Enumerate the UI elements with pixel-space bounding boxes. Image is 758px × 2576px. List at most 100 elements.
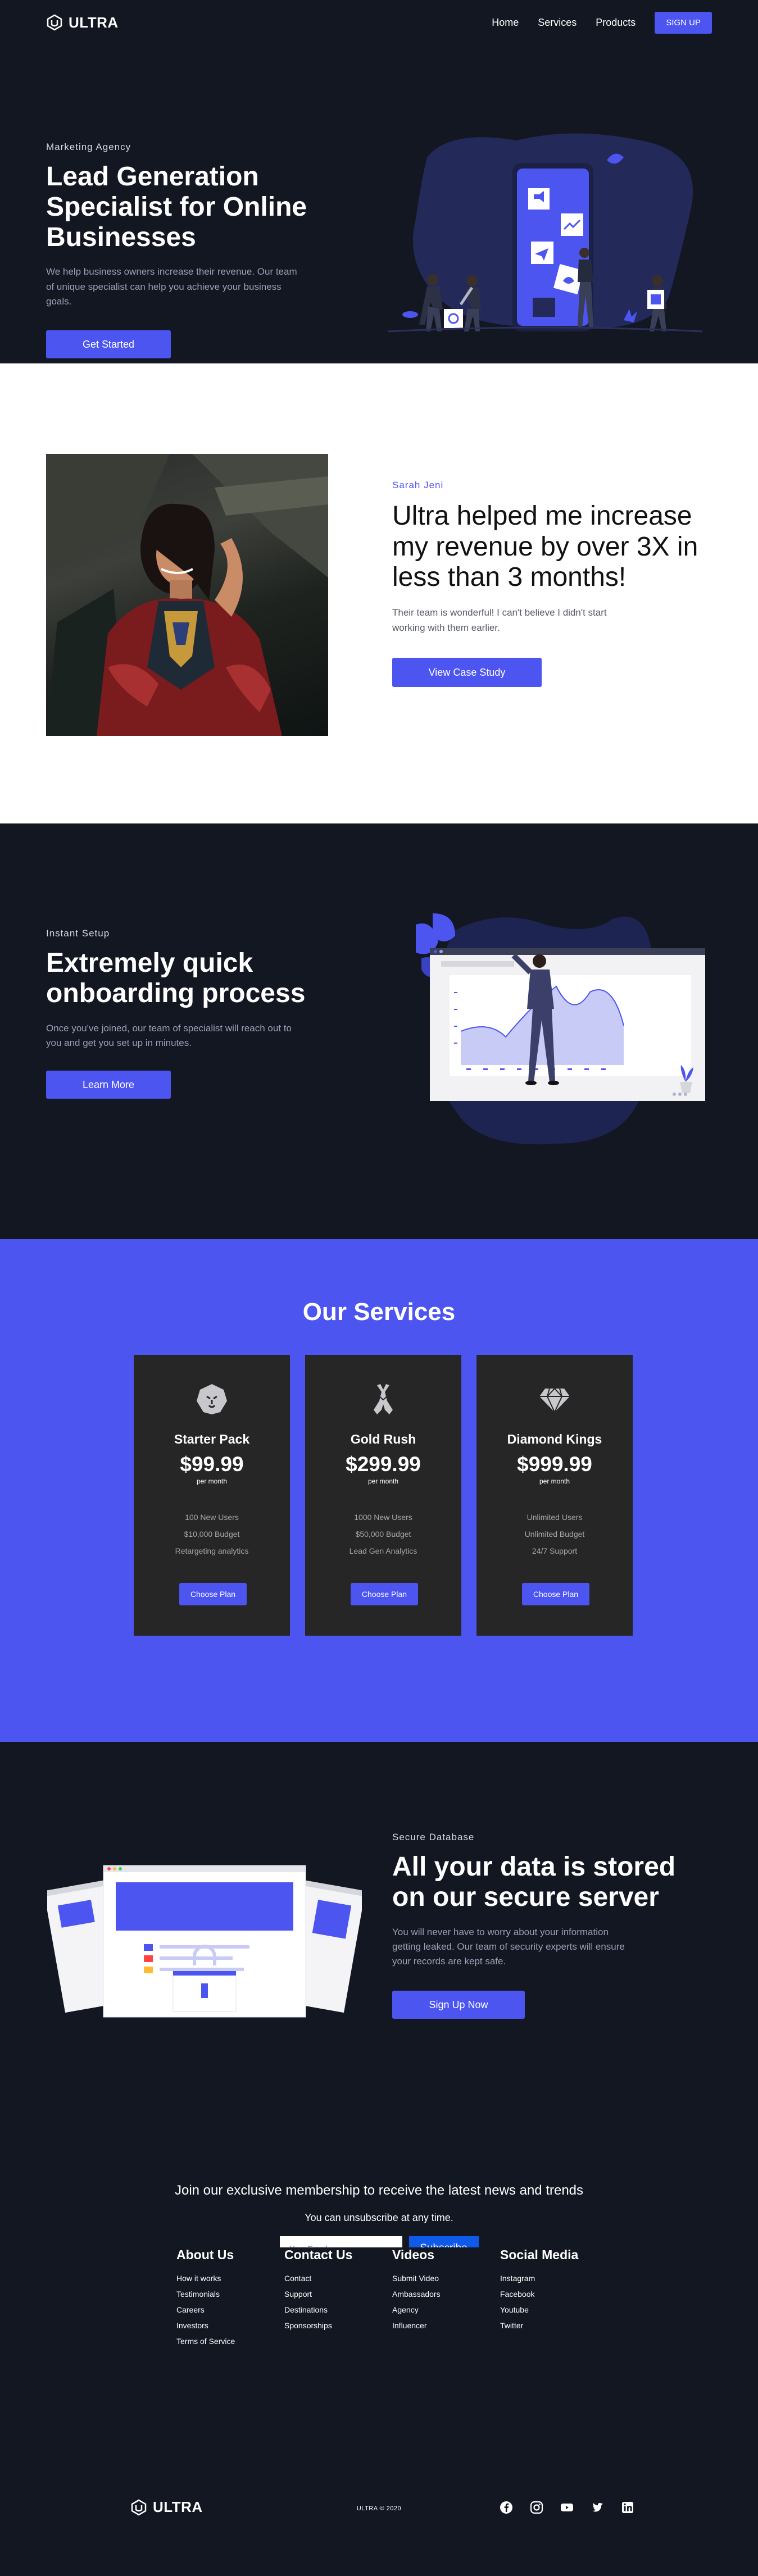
testimonial-quote: Ultra helped me increase my revenue by o… [392, 501, 698, 593]
footer-link[interactable]: How it works [176, 2270, 235, 2286]
plan-features: Unlimited Users Unlimited Budget 24/7 Su… [476, 1509, 633, 1559]
footer-link[interactable]: Ambassadors [392, 2286, 441, 2302]
nav-link-home[interactable]: Home [492, 17, 519, 29]
plan-feature: 1000 New Users [354, 1513, 412, 1522]
youtube-icon[interactable] [560, 2501, 574, 2514]
learn-more-button[interactable]: Learn More [46, 1071, 171, 1099]
footer-column-title: About Us [176, 2247, 234, 2262]
hero-eyebrow: Marketing Agency [46, 142, 131, 152]
footer-column-videos: Videos Submit Video Ambassadors Agency I… [392, 2247, 441, 2333]
marketing-illustration [388, 133, 703, 333]
sign-up-now-button[interactable]: Sign Up Now [392, 1990, 525, 2019]
brand-logo[interactable]: ULTRA [46, 14, 119, 31]
footer-link[interactable]: Contact [284, 2270, 352, 2286]
footer-column-title: Videos [392, 2247, 434, 2262]
logo-icon [47, 14, 62, 31]
plan-period: per month [539, 1477, 570, 1485]
hero-description: We help business owners increase their r… [46, 266, 297, 307]
services-title: Our Services [302, 1298, 456, 1326]
plan-feature: $10,000 Budget [184, 1530, 240, 1539]
footer-link[interactable]: Careers [176, 2302, 235, 2318]
testimonial-section: Sarah Jeni Ultra helped me increase my r… [0, 363, 758, 823]
footer-link[interactable]: Destinations [284, 2302, 352, 2318]
signup-button[interactable]: SIGN UP [655, 11, 712, 34]
linkedin-icon[interactable] [621, 2501, 634, 2514]
get-started-button[interactable]: Get Started [46, 330, 171, 359]
hero-title: Lead Generation Specialist for Online Bu… [46, 162, 307, 252]
secure-content: Secure Database All your data is stored … [392, 1832, 707, 2019]
plan-feature: 24/7 Support [532, 1546, 578, 1555]
footer-link[interactable]: Submit Video [392, 2270, 441, 2286]
pricing-card-diamond: Diamond Kings $999.99 per month Unlimite… [476, 1355, 633, 1636]
brand-name: ULTRA [69, 13, 119, 31]
footer-link[interactable]: Support [284, 2286, 352, 2302]
navbar: ULTRA Home Services Products SIGN UP [0, 0, 758, 45]
footer-link[interactable]: Facebook [500, 2286, 578, 2302]
plan-price: $999.99 [517, 1453, 592, 1476]
footer-link[interactable]: Instagram [500, 2270, 578, 2286]
onboarding-section: Instant Setup Extremely quick onboarding… [0, 823, 758, 1239]
twitter-icon[interactable] [591, 2501, 604, 2514]
footer-link[interactable]: Youtube [500, 2302, 578, 2318]
onboarding-eyebrow: Instant Setup [46, 928, 110, 939]
choose-plan-button[interactable]: Choose Plan [351, 1583, 418, 1605]
nav-link-services[interactable]: Services [538, 17, 577, 29]
footer-link[interactable]: Influencer [392, 2318, 441, 2333]
dashboard-illustration [416, 913, 705, 1145]
onboarding-content: Instant Setup Extremely quick onboarding… [46, 928, 350, 1099]
services-section: Our Services Starter Pack $99.99 per mon… [0, 1239, 758, 1742]
hero-content: Marketing Agency Lead Generation Special… [46, 142, 361, 359]
diamond-icon [539, 1387, 570, 1414]
testimonial-content: Sarah Jeni Ultra helped me increase my r… [392, 480, 707, 687]
plan-price: $99.99 [180, 1453, 244, 1476]
footer-column-about: About Us How it works Testimonials Caree… [176, 2247, 235, 2349]
plan-name: Starter Pack [174, 1432, 250, 1446]
footer-column-title: Social Media [500, 2247, 579, 2262]
plan-name: Diamond Kings [507, 1432, 602, 1446]
woman-portrait-image [46, 454, 328, 736]
secure-title: All your data is stored on our secure se… [392, 1852, 676, 1912]
footer-link[interactable]: Agency [392, 2302, 441, 2318]
choose-plan-button[interactable]: Choose Plan [522, 1583, 589, 1605]
secure-description: You will never have to worry about your … [392, 1926, 625, 1967]
plan-period: per month [196, 1477, 228, 1485]
knight-icon [374, 1384, 393, 1414]
plan-features: 1000 New Users $50,000 Budget Lead Gen A… [305, 1509, 461, 1559]
footer-links: About Us How it works Testimonials Caree… [0, 2247, 758, 2466]
testimonial-description: Their team is wonderful! I can't believe… [392, 607, 607, 633]
newsletter-title: Join our exclusive membership to receive… [174, 2183, 584, 2198]
testimonial-photo [46, 454, 328, 736]
choose-plan-button[interactable]: Choose Plan [179, 1583, 247, 1605]
footer-link[interactable]: Testimonials [176, 2286, 235, 2302]
pricing-card-gold: Gold Rush $299.99 per month 1000 New Use… [305, 1355, 461, 1636]
lion-icon [197, 1384, 227, 1414]
footer-link[interactable]: Terms of Service [176, 2333, 235, 2349]
testimonial-author: Sarah Jeni [392, 480, 444, 490]
pricing-cards: Starter Pack $99.99 per month 100 New Us… [134, 1355, 633, 1636]
onboarding-title: Extremely quick onboarding process [46, 948, 306, 1008]
plan-feature: Retargeting analytics [175, 1546, 249, 1555]
secure-eyebrow: Secure Database [392, 1832, 475, 1842]
hero-section: ULTRA Home Services Products SIGN UP Mar… [0, 0, 758, 363]
footer-column-contact: Contact Us Contact Support Destinations … [284, 2247, 352, 2333]
secure-server-illustration [47, 1865, 362, 2018]
instagram-icon[interactable] [530, 2501, 543, 2514]
plan-feature: 100 New Users [185, 1513, 239, 1522]
nav-link-products[interactable]: Products [596, 17, 636, 29]
view-case-study-button[interactable]: View Case Study [392, 657, 542, 687]
plan-features: 100 New Users $10,000 Budget Retargeting… [134, 1509, 290, 1559]
onboarding-description: Once you've joined, our team of speciali… [46, 1022, 292, 1048]
plan-feature: Lead Gen Analytics [349, 1546, 417, 1555]
plan-price: $299.99 [346, 1453, 421, 1476]
footer-column-social: Social Media Instagram Facebook Youtube … [500, 2247, 578, 2333]
plan-feature: $50,000 Budget [355, 1530, 411, 1539]
footer-link[interactable]: Twitter [500, 2318, 578, 2333]
secure-section: Secure Database All your data is stored … [0, 1742, 758, 2261]
plan-feature: Unlimited Budget [524, 1530, 585, 1539]
facebook-icon[interactable] [500, 2501, 513, 2514]
footer-link[interactable]: Investors [176, 2318, 235, 2333]
footer-link[interactable]: Sponsorships [284, 2318, 352, 2333]
plan-feature: Unlimited Users [526, 1513, 583, 1522]
pricing-card-starter: Starter Pack $99.99 per month 100 New Us… [134, 1355, 290, 1636]
social-icons [500, 2501, 634, 2514]
